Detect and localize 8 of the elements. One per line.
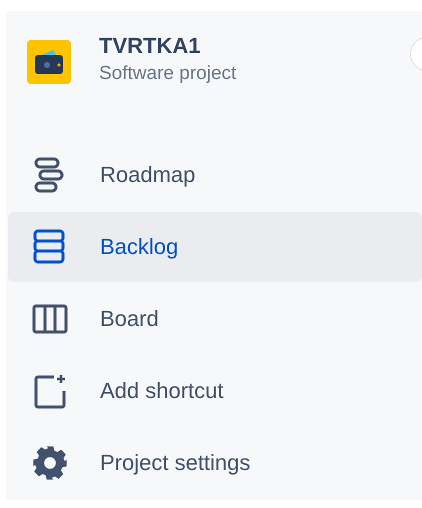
nav-item[interactable]: Roadmap xyxy=(8,140,422,210)
wallet-icon xyxy=(27,40,71,84)
project-type: Software project xyxy=(99,63,236,85)
nav-item[interactable]: Project settings xyxy=(8,428,422,498)
nav-item[interactable]: Add shortcut xyxy=(8,356,422,426)
nav-item[interactable]: Board xyxy=(8,284,422,354)
nav-item[interactable]: Backlog xyxy=(8,212,422,282)
project-name: TVRTKA1 xyxy=(99,33,202,59)
